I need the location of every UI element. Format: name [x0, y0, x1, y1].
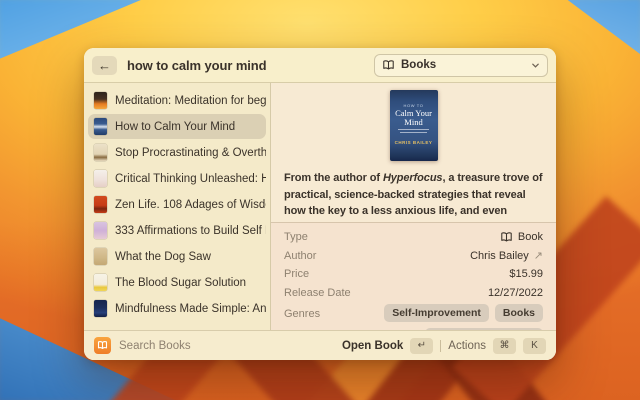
- book-cover-thumb-icon: [94, 222, 107, 239]
- book-cover-thumb-icon: [94, 248, 107, 265]
- list-item-label: Mindfulness Made Simple: An In...: [115, 303, 266, 315]
- action-bar: Search Books Open Book ↵ Actions ⌘ K: [84, 330, 556, 360]
- command-key-badge: ⌘: [493, 338, 516, 354]
- open-book-icon: [500, 231, 513, 244]
- footer-actions: Open Book ↵ Actions ⌘ K: [342, 338, 546, 354]
- list-item[interactable]: Mindfulness Made Simple: An In...: [88, 296, 266, 321]
- search-books-app-icon: [94, 337, 111, 354]
- meta-label: Price: [284, 268, 309, 280]
- cover-author: CHRIS BAILEY: [390, 140, 438, 145]
- meta-value-price: $15.99: [509, 268, 543, 280]
- meta-row-price: Price $15.99: [284, 265, 543, 284]
- list-item-label: What the Dog Saw: [115, 251, 211, 263]
- open-book-button[interactable]: Open Book: [342, 340, 403, 352]
- collection-dropdown-label: Books: [401, 59, 436, 71]
- book-cover-thumb-icon: [94, 170, 107, 187]
- book-cover-thumb-icon: [94, 92, 107, 109]
- search-input[interactable]: how to calm your mind: [127, 58, 266, 73]
- launcher-window: ← how to calm your mind Books Meditation…: [84, 48, 556, 360]
- meta-label: Author: [284, 250, 316, 262]
- list-item-label: Zen Life. 108 Adages of Wisdom: [115, 199, 266, 211]
- list-item-label: The Blood Sugar Solution: [115, 277, 246, 289]
- results-list: Meditation: Meditation for begin... How …: [84, 83, 271, 330]
- arrow-up-right-icon: ↗: [534, 249, 543, 262]
- meta-label: Genres: [284, 308, 320, 320]
- meta-row-type: Type Book: [284, 228, 543, 247]
- cover-section: HOW TO Calm Your Mind CHRIS BAILEY: [271, 83, 556, 170]
- meta-row-release-date: Release Date 12/27/2022: [284, 284, 543, 303]
- open-book-icon: [97, 340, 108, 351]
- list-item-label: 333 Affirmations to Build Self Es...: [115, 225, 266, 237]
- meta-row-author: Author Chris Bailey ↗: [284, 247, 543, 266]
- book-description: From the author of Hyperfocus, a treasur…: [284, 170, 543, 221]
- book-cover-thumb-icon: [94, 144, 107, 161]
- actions-button[interactable]: Actions: [448, 340, 486, 352]
- book-cover-thumb-icon: [94, 118, 107, 135]
- list-item[interactable]: Critical Thinking Unleashed: Ho...: [88, 166, 266, 191]
- cover-title: Calm Your Mind: [390, 109, 438, 127]
- book-cover-image: HOW TO Calm Your Mind CHRIS BAILEY: [390, 90, 438, 161]
- list-item[interactable]: 333 Affirmations to Build Self Es...: [88, 218, 266, 243]
- collection-dropdown[interactable]: Books: [374, 54, 548, 77]
- list-item[interactable]: What the Dog Saw: [88, 244, 266, 269]
- book-title-emphasis: Hyperfocus: [383, 172, 443, 184]
- list-item-selected[interactable]: How to Calm Your Mind: [88, 114, 266, 139]
- meta-value-release-date: 12/27/2022: [488, 287, 543, 299]
- open-book-icon: [382, 59, 395, 72]
- book-cover-thumb-icon: [94, 196, 107, 213]
- search-header: ← how to calm your mind Books: [84, 48, 556, 83]
- list-item[interactable]: Zen Life. 108 Adages of Wisdom: [88, 192, 266, 217]
- list-item-label: How to Calm Your Mind: [115, 121, 235, 133]
- back-button[interactable]: ←: [92, 56, 117, 75]
- list-item[interactable]: Stop Procrastinating & Overthin...: [88, 140, 266, 165]
- return-key-badge: ↵: [410, 338, 433, 354]
- meta-label: Release Date: [284, 287, 351, 299]
- content: Meditation: Meditation for begin... How …: [84, 83, 556, 330]
- desktop: ← how to calm your mind Books Meditation…: [0, 0, 640, 400]
- divider: [440, 340, 441, 352]
- meta-label: Type: [284, 231, 308, 243]
- book-cover-thumb-icon: [94, 300, 107, 317]
- list-item[interactable]: Meditation: Meditation for begin...: [88, 88, 266, 113]
- detail-panel: HOW TO Calm Your Mind CHRIS BAILEY From …: [271, 83, 556, 330]
- list-item-label: Stop Procrastinating & Overthin...: [115, 147, 266, 159]
- cover-subtitle-line: [398, 129, 430, 130]
- genre-tag: Books: [495, 304, 543, 322]
- cover-subtitle-line: [400, 132, 428, 133]
- k-key-badge: K: [523, 338, 546, 354]
- list-item[interactable]: The Blood Sugar Solution: [88, 270, 266, 295]
- command-name: Search Books: [119, 340, 191, 352]
- cover-kicker: HOW TO: [390, 90, 438, 108]
- author-link[interactable]: Chris Bailey ↗: [470, 249, 543, 262]
- chevron-down-icon: [531, 61, 540, 70]
- book-cover-thumb-icon: [94, 274, 107, 291]
- list-item-label: Critical Thinking Unleashed: Ho...: [115, 173, 266, 185]
- arrow-left-icon: ←: [98, 58, 111, 73]
- meta-value-type: Book: [500, 231, 543, 244]
- list-item-label: Meditation: Meditation for begin...: [115, 95, 266, 107]
- genre-tag: Self-Improvement: [384, 304, 489, 322]
